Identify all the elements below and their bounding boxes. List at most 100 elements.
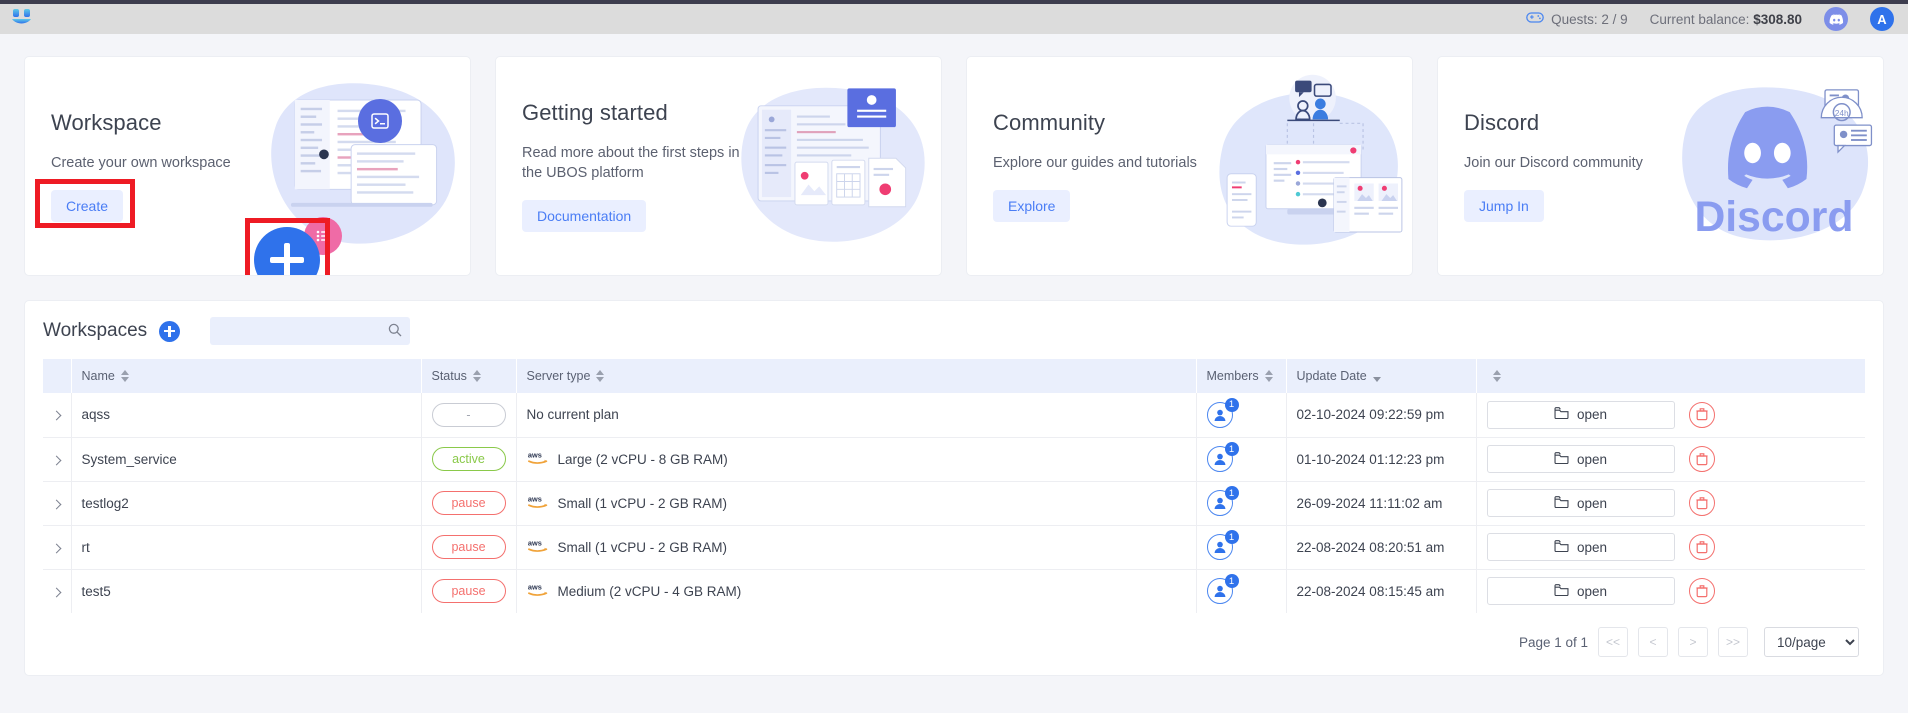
cell-server-label: Medium (2 vCPU - 4 GB RAM) [557,583,742,599]
getting-started-illustration [727,57,941,275]
th-server-type[interactable]: Server type [516,359,1197,393]
th-name[interactable]: Name [71,359,422,393]
chevron-right-icon[interactable] [51,499,62,509]
cell-server-label: Small (1 vCPU - 2 GB RAM) [557,495,728,511]
pagination: Page 1 of 1 << < > >> 10/page20/page50/p… [43,613,1865,663]
table-row[interactable]: System_service active aws Large (2 vCPU … [43,437,1865,482]
discord-icon[interactable] [1824,7,1848,31]
open-button-label: open [1576,451,1608,467]
delete-button[interactable] [1688,401,1715,428]
member-count-badge: 1 [1224,397,1239,412]
table-row[interactable]: testlog2 pause aws Small (1 vCPU - 2 GB … [43,481,1865,526]
first-page-button[interactable]: << [1598,627,1628,657]
workspaces-table: Name Status Server type Members Update D… [43,359,1865,613]
th-actions[interactable] [1476,359,1865,393]
expand-cell[interactable] [43,569,72,613]
avatar[interactable]: A [1870,7,1894,31]
sort-icon-actions[interactable] [1492,370,1501,382]
balance-label: Current balance: [1649,11,1750,27]
sort-icon-members[interactable] [1264,370,1273,382]
jump-in-button[interactable]: Jump In [1464,189,1544,222]
cell-name: System_service [71,437,422,482]
cell-server-label: No current plan [526,407,619,423]
cell-update-date: 01-10-2024 01:12:23 pm [1286,437,1477,482]
th-members[interactable]: Members [1196,359,1287,393]
open-button[interactable]: open [1486,445,1675,473]
expand-cell[interactable] [43,481,72,526]
open-button-label: open [1576,407,1608,423]
delete-button[interactable] [1688,534,1715,560]
chevron-right-icon[interactable] [51,455,62,465]
next-page-button[interactable]: > [1678,627,1708,657]
cell-members[interactable]: 1 [1196,437,1287,482]
delete-button[interactable] [1688,446,1715,472]
table-row[interactable]: test5 pause aws Medium (2 vCPU - 4 GB RA… [43,569,1865,613]
member-avatar[interactable]: 1 [1206,486,1239,516]
balance-indicator: Current balance: $308.80 [1650,12,1802,27]
table-row[interactable]: aqss - No current plan 1 02-10-2024 09:2… [43,393,1865,438]
chevron-right-icon[interactable] [51,410,62,421]
discord-illustration: Discord 24h [1669,57,1883,275]
add-workspace-button[interactable] [159,320,181,342]
cell-status: pause [421,525,517,570]
folder-icon [1554,495,1569,511]
card-discord: Discord Join our Discord community Jump … [1437,56,1884,276]
cell-server-label: Small (1 vCPU - 2 GB RAM) [557,539,728,555]
open-button[interactable]: open [1486,489,1675,517]
cell-members[interactable]: 1 [1196,481,1287,526]
delete-button[interactable] [1688,490,1715,516]
documentation-button[interactable]: Documentation [522,199,647,232]
chevron-right-icon[interactable] [51,543,62,553]
open-button[interactable]: open [1486,533,1675,561]
cell-members[interactable]: 1 [1196,393,1287,438]
explore-button[interactable]: Explore [993,189,1071,222]
prev-page-button[interactable]: < [1638,627,1668,657]
search-box[interactable] [210,317,411,345]
last-page-button[interactable]: >> [1718,627,1748,657]
cell-members[interactable]: 1 [1196,525,1287,570]
sort-icon-name[interactable] [120,370,129,382]
chevron-right-icon[interactable] [51,587,62,598]
cell-status: pause [421,569,517,613]
cell-update-date: 22-08-2024 08:15:45 am [1286,569,1477,613]
status-badge: pause [431,579,506,604]
delete-button[interactable] [1688,578,1715,605]
card-community: Community Explore our guides and tutoria… [966,56,1413,276]
open-button[interactable]: open [1486,400,1675,429]
cell-server-type: aws Small (1 vCPU - 2 GB RAM) [516,525,1197,570]
th-label: Name [81,369,115,383]
member-avatar[interactable]: 1 [1206,397,1239,428]
folder-icon [1554,451,1569,467]
sort-icon-server-type[interactable] [596,370,605,382]
card-subtitle: Read more about the first steps in the U… [522,145,740,181]
member-avatar[interactable]: 1 [1206,442,1239,472]
expand-cell[interactable] [43,393,72,438]
create-workspace-button[interactable]: Create [51,189,124,222]
expand-cell[interactable] [43,437,72,482]
open-button[interactable]: open [1486,577,1675,606]
cell-actions: open [1476,481,1865,526]
ubos-smiley-logo[interactable] [10,6,36,32]
table-row[interactable]: rt pause aws Small (1 vCPU - 2 GB RAM) 1 [43,525,1865,570]
search-icon [388,323,402,342]
sort-icon-status[interactable] [472,370,481,382]
cell-status: pause [421,481,517,526]
member-avatar[interactable]: 1 [1206,530,1239,560]
card-workspace: Workspace Create your own workspace Crea… [24,56,471,276]
terminal-badge-icon [358,99,402,143]
card-title: Workspace [51,110,162,136]
sort-icon-update-date[interactable] [1372,370,1381,382]
search-input[interactable] [210,317,411,345]
quests-indicator[interactable]: Quests: 2 / 9 [1526,11,1628,27]
expand-cell[interactable] [43,525,72,570]
svg-text:aws: aws [527,451,541,460]
th-status[interactable]: Status [421,359,517,393]
cell-name: testlog2 [71,481,422,526]
cell-actions: open [1476,569,1865,613]
cell-members[interactable]: 1 [1196,569,1287,613]
page-size-select[interactable]: 10/page20/page50/page100/page [1764,627,1859,657]
trash-icon [1695,408,1708,421]
member-avatar[interactable]: 1 [1206,574,1239,605]
folder-icon [1554,583,1569,599]
th-update-date[interactable]: Update Date [1286,359,1477,393]
